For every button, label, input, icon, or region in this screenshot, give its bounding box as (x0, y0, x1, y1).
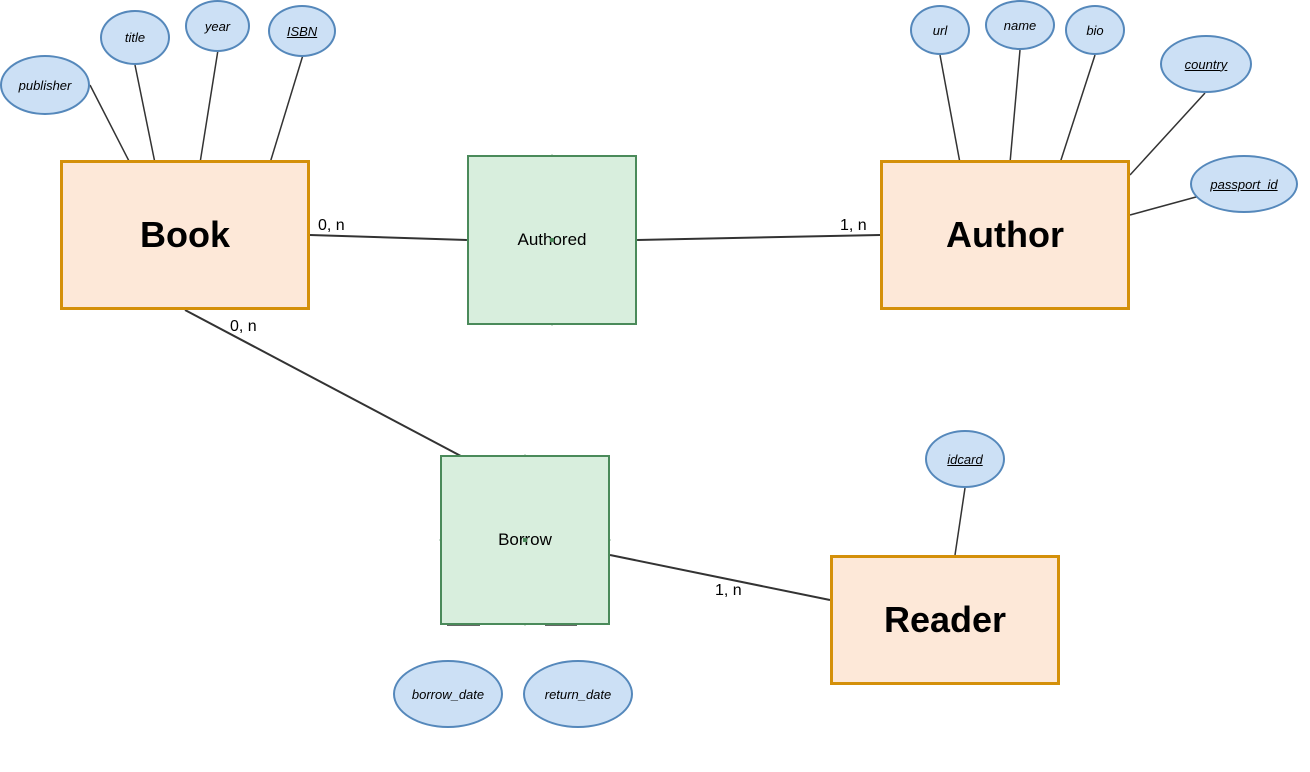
attr-year: year (185, 0, 250, 52)
relationship-borrow: Borrow (440, 455, 610, 625)
attr-publisher: publisher (0, 55, 90, 115)
er-diagram: Book Author Reader Authored Borrow publi… (0, 0, 1310, 772)
connections-svg (0, 0, 1310, 772)
cardinality-author-authored: 1, n (840, 217, 867, 235)
entity-reader-label: Reader (884, 599, 1006, 641)
entity-book-label: Book (140, 214, 230, 256)
entity-author: Author (880, 160, 1130, 310)
cardinality-book-authored: 0, n (318, 217, 345, 235)
cardinality-reader-borrow: 1, n (715, 582, 742, 600)
attr-title: title (100, 10, 170, 65)
relationship-borrow-label: Borrow (498, 530, 552, 550)
attr-bio: bio (1065, 5, 1125, 55)
attr-country: country (1160, 35, 1252, 93)
attr-return-date: return_date (523, 660, 633, 728)
entity-book: Book (60, 160, 310, 310)
attr-borrow-date: borrow_date (393, 660, 503, 728)
attr-name: name (985, 0, 1055, 50)
attr-isbn: ISBN (268, 5, 336, 57)
relationship-authored: Authored (467, 155, 637, 325)
entity-reader: Reader (830, 555, 1060, 685)
attr-url: url (910, 5, 970, 55)
attr-idcard: idcard (925, 430, 1005, 488)
cardinality-book-borrow: 0, n (230, 318, 257, 336)
attr-passport-id: passport_id (1190, 155, 1298, 213)
relationship-authored-label: Authored (518, 230, 587, 250)
entity-author-label: Author (946, 214, 1064, 256)
